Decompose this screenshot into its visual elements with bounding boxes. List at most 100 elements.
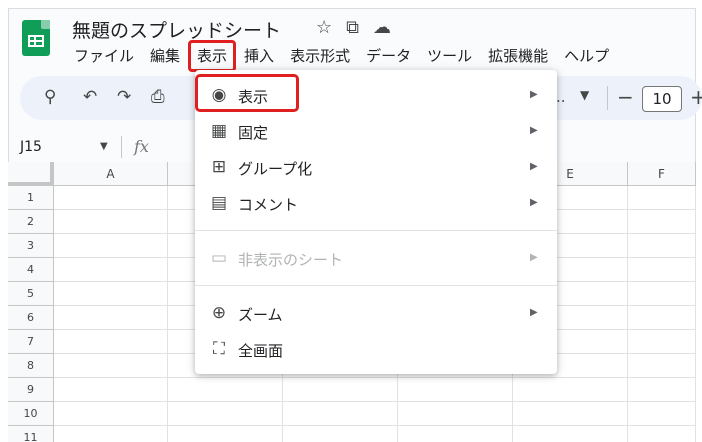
zoom-select[interactable]: .. bbox=[556, 88, 566, 106]
cell[interactable] bbox=[283, 378, 398, 402]
decrease-font-size-button[interactable]: − bbox=[617, 85, 634, 109]
cell[interactable] bbox=[168, 378, 283, 402]
menu-item-zoom[interactable]: ⊕ ズーム ▶ bbox=[195, 296, 557, 330]
menu-view[interactable]: 表示 bbox=[188, 40, 237, 72]
increase-font-size-button[interactable]: + bbox=[690, 85, 702, 109]
cell[interactable] bbox=[54, 306, 168, 330]
row-header-4[interactable]: 4 bbox=[8, 258, 54, 282]
row-header-1[interactable]: 1 bbox=[8, 186, 54, 210]
cell[interactable] bbox=[54, 186, 168, 210]
chevron-down-icon[interactable]: ▼ bbox=[100, 141, 108, 152]
menu-extensions[interactable]: 拡張機能 bbox=[480, 44, 556, 68]
cell[interactable] bbox=[54, 258, 168, 282]
redo-icon[interactable]: ↷ bbox=[117, 87, 131, 107]
menu-item-freeze[interactable]: ▦ 固定 ▶ bbox=[195, 114, 557, 148]
menu-item-fullscreen[interactable]: ⛶ 全画面 bbox=[195, 332, 557, 366]
fullscreen-icon: ⛶ bbox=[213, 339, 225, 359]
row-header-5[interactable]: 5 bbox=[8, 282, 54, 306]
cell[interactable] bbox=[628, 210, 696, 234]
document-title[interactable]: 無題のスプレッドシート bbox=[72, 16, 281, 43]
menu-insert[interactable]: 挿入 bbox=[236, 44, 282, 68]
menu-edit[interactable]: 編集 bbox=[142, 44, 188, 68]
cell[interactable] bbox=[513, 378, 628, 402]
zoom-in-icon: ⊕ bbox=[211, 303, 227, 323]
cell[interactable] bbox=[628, 426, 696, 442]
cell[interactable] bbox=[283, 402, 398, 426]
comment-icon: ▤ bbox=[210, 193, 228, 213]
submenu-arrow-icon: ▶ bbox=[530, 161, 538, 172]
menu-separator bbox=[195, 230, 557, 231]
submenu-arrow-icon: ▶ bbox=[530, 125, 538, 136]
row-header-2[interactable]: 2 bbox=[8, 210, 54, 234]
submenu-arrow-icon: ▶ bbox=[530, 89, 538, 100]
row-header-9[interactable]: 9 bbox=[8, 378, 54, 402]
menu-item-label: 全画面 bbox=[238, 342, 284, 360]
row-header-8[interactable]: 8 bbox=[8, 354, 54, 378]
cell[interactable] bbox=[513, 402, 628, 426]
submenu-arrow-icon: ▶ bbox=[530, 197, 538, 208]
menu-item-label: 表示 bbox=[238, 88, 269, 106]
cloud-saved-icon[interactable]: ☁ bbox=[373, 17, 391, 38]
name-box[interactable]: J15 bbox=[20, 139, 42, 155]
function-icon: fx bbox=[134, 137, 149, 156]
cell[interactable] bbox=[628, 402, 696, 426]
menu-file[interactable]: ファイル bbox=[66, 44, 142, 68]
font-size-input[interactable]: 10 bbox=[642, 86, 682, 112]
print-icon[interactable]: ⎙ bbox=[151, 87, 165, 107]
toolbar-divider bbox=[607, 86, 608, 110]
cell[interactable] bbox=[628, 378, 696, 402]
menu-item-label: 非表示のシート bbox=[238, 251, 344, 269]
row-header-7[interactable]: 7 bbox=[8, 330, 54, 354]
menu-item-group[interactable]: ⊞ グループ化 ▶ bbox=[195, 150, 557, 184]
cell[interactable] bbox=[398, 378, 513, 402]
menu-data[interactable]: データ bbox=[358, 44, 419, 68]
menu-item-view[interactable]: ◉ 表示 ▶ bbox=[195, 78, 557, 112]
cell[interactable] bbox=[513, 426, 628, 442]
sheets-logo-icon[interactable] bbox=[22, 20, 50, 56]
row-header-10[interactable]: 10 bbox=[8, 402, 54, 426]
cell[interactable] bbox=[628, 354, 696, 378]
cell[interactable] bbox=[168, 426, 283, 442]
hidden-sheet-icon: ▭ bbox=[210, 248, 228, 268]
cell[interactable] bbox=[628, 282, 696, 306]
cell[interactable] bbox=[398, 402, 513, 426]
submenu-arrow-icon: ▶ bbox=[530, 252, 538, 263]
menu-item-label: ズーム bbox=[238, 306, 283, 324]
menu-format[interactable]: 表示形式 bbox=[282, 44, 358, 68]
cell[interactable] bbox=[54, 210, 168, 234]
cell[interactable] bbox=[54, 426, 168, 442]
star-icon[interactable]: ☆ bbox=[316, 17, 332, 38]
cell[interactable] bbox=[54, 330, 168, 354]
menu-item-comments[interactable]: ▤ コメント ▶ bbox=[195, 186, 557, 220]
menu-tools[interactable]: ツール bbox=[419, 44, 480, 68]
view-menu-dropdown: ◉ 表示 ▶ ▦ 固定 ▶ ⊞ グループ化 ▶ ▤ コメント ▶ ▭ 非表示のシート ▶ ⊕ ズーム ▶ ⛶ 全画面 bbox=[195, 70, 557, 374]
cell[interactable] bbox=[54, 378, 168, 402]
undo-icon[interactable]: ↶ bbox=[83, 87, 97, 107]
cell[interactable] bbox=[54, 282, 168, 306]
menu-item-label: グループ化 bbox=[238, 160, 313, 178]
cell[interactable] bbox=[168, 402, 283, 426]
cell[interactable] bbox=[54, 402, 168, 426]
row-header-11[interactable]: 11 bbox=[8, 426, 54, 442]
cell[interactable] bbox=[283, 426, 398, 442]
row-header-6[interactable]: 6 bbox=[8, 306, 54, 330]
move-to-folder-icon[interactable]: ⧉ bbox=[346, 17, 359, 38]
column-header-f[interactable]: F bbox=[628, 162, 696, 186]
cell[interactable] bbox=[398, 426, 513, 442]
cell[interactable] bbox=[628, 234, 696, 258]
search-icon[interactable]: ⚲ bbox=[44, 87, 56, 107]
chevron-down-icon[interactable]: ▼ bbox=[580, 88, 589, 102]
cell[interactable] bbox=[628, 306, 696, 330]
freeze-icon: ▦ bbox=[210, 121, 228, 141]
column-header-a[interactable]: A bbox=[54, 162, 168, 186]
row-header-3[interactable]: 3 bbox=[8, 234, 54, 258]
cell[interactable] bbox=[54, 354, 168, 378]
select-all-corner[interactable] bbox=[8, 162, 54, 186]
group-icon: ⊞ bbox=[211, 157, 227, 177]
cell[interactable] bbox=[628, 258, 696, 282]
cell[interactable] bbox=[628, 330, 696, 354]
cell[interactable] bbox=[628, 186, 696, 210]
eye-icon: ◉ bbox=[211, 85, 227, 105]
menu-help[interactable]: ヘルプ bbox=[556, 44, 617, 68]
cell[interactable] bbox=[54, 234, 168, 258]
